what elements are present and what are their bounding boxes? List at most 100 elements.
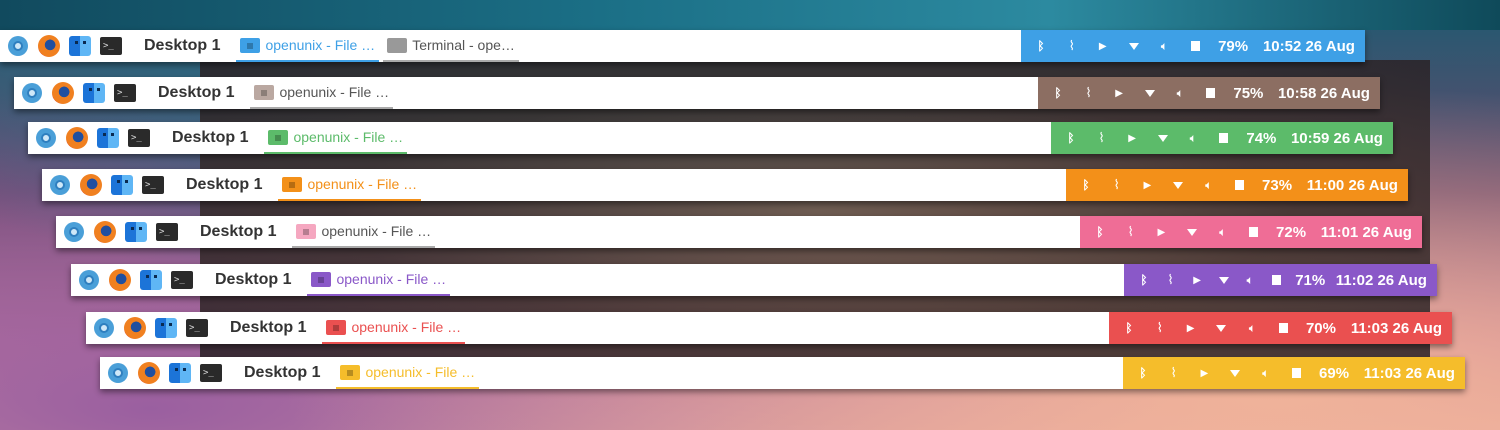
file-manager-icon[interactable] (82, 81, 106, 105)
paperclip-icon[interactable]: ⌇ (1081, 85, 1097, 101)
battery-icon[interactable] (1187, 38, 1203, 54)
chromium-icon[interactable] (20, 81, 44, 105)
desktop-label[interactable]: Desktop 1 (215, 271, 291, 289)
volume-icon[interactable]: 🔈︎ (1242, 272, 1258, 288)
terminal-tray-icon[interactable]: ▶ (1111, 85, 1127, 101)
terminal-icon[interactable]: >_ (170, 268, 194, 292)
terminal-tray-icon[interactable]: ▶ (1189, 272, 1205, 288)
clock[interactable]: 11:01 26 Aug (1321, 224, 1412, 241)
battery-icon[interactable] (1203, 85, 1219, 101)
clock[interactable]: 11:03 26 Aug (1364, 365, 1455, 382)
terminal-tray-icon[interactable]: ▶ (1124, 130, 1140, 146)
clock[interactable]: 10:52 26 Aug (1263, 38, 1355, 55)
terminal-icon[interactable]: >_ (155, 220, 179, 244)
chromium-icon[interactable] (106, 361, 130, 385)
bluetooth-icon[interactable]: ᛒ (1033, 38, 1049, 54)
terminal-icon[interactable]: >_ (199, 361, 223, 385)
file-manager-icon[interactable] (68, 34, 92, 58)
taskbar-button[interactable]: openunix - File … (292, 216, 436, 248)
file-manager-icon[interactable] (139, 268, 163, 292)
file-manager-icon[interactable] (96, 126, 120, 150)
paperclip-icon[interactable]: ⌇ (1166, 365, 1182, 381)
chromium-icon[interactable] (6, 34, 30, 58)
chromium-icon[interactable] (48, 173, 72, 197)
paperclip-icon[interactable]: ⌇ (1152, 320, 1168, 336)
wifi-icon[interactable] (1227, 365, 1243, 381)
bluetooth-icon[interactable]: ᛒ (1121, 320, 1137, 336)
terminal-tray-icon[interactable]: ▶ (1153, 224, 1169, 240)
battery-icon[interactable] (1231, 177, 1247, 193)
wifi-icon[interactable] (1170, 177, 1186, 193)
clock[interactable]: 10:58 26 Aug (1278, 85, 1370, 102)
wifi-icon[interactable] (1213, 320, 1229, 336)
clock[interactable]: 10:59 26 Aug (1291, 130, 1383, 147)
terminal-icon[interactable]: >_ (113, 81, 137, 105)
desktop-label[interactable]: Desktop 1 (230, 319, 306, 337)
wifi-icon[interactable] (1126, 38, 1142, 54)
taskbar-button[interactable]: openunix - File … (307, 264, 451, 296)
terminal-icon[interactable]: >_ (185, 316, 209, 340)
bluetooth-icon[interactable]: ᛒ (1135, 365, 1151, 381)
terminal-tray-icon[interactable]: ▶ (1196, 365, 1212, 381)
taskbar-button[interactable]: openunix - File … (236, 30, 380, 62)
bluetooth-icon[interactable]: ᛒ (1136, 272, 1152, 288)
taskbar-button[interactable]: Terminal - ope… (383, 30, 519, 62)
bluetooth-icon[interactable]: ᛒ (1050, 85, 1066, 101)
battery-icon[interactable] (1275, 320, 1291, 336)
clock[interactable]: 11:02 26 Aug (1336, 272, 1427, 289)
taskbar-button[interactable]: openunix - File … (278, 169, 422, 201)
terminal-icon[interactable]: >_ (127, 126, 151, 150)
firefox-icon[interactable] (51, 81, 75, 105)
terminal-tray-icon[interactable]: ▶ (1139, 177, 1155, 193)
wifi-icon[interactable] (1216, 272, 1232, 288)
wifi-icon[interactable] (1155, 130, 1171, 146)
firefox-icon[interactable] (137, 361, 161, 385)
chromium-icon[interactable] (92, 316, 116, 340)
chromium-icon[interactable] (77, 268, 101, 292)
desktop-label[interactable]: Desktop 1 (158, 84, 234, 102)
desktop-label[interactable]: Desktop 1 (186, 176, 262, 194)
terminal-tray-icon[interactable]: ▶ (1095, 38, 1111, 54)
file-manager-icon[interactable] (168, 361, 192, 385)
volume-icon[interactable]: 🔈︎ (1244, 320, 1260, 336)
taskbar-button[interactable]: openunix - File … (250, 77, 394, 109)
paperclip-icon[interactable]: ⌇ (1123, 224, 1139, 240)
clock[interactable]: 11:03 26 Aug (1351, 320, 1442, 337)
volume-icon[interactable]: 🔈︎ (1185, 130, 1201, 146)
paperclip-icon[interactable]: ⌇ (1163, 272, 1179, 288)
firefox-icon[interactable] (93, 220, 117, 244)
firefox-icon[interactable] (79, 173, 103, 197)
battery-icon[interactable] (1245, 224, 1261, 240)
taskbar-button[interactable]: openunix - File … (322, 312, 466, 344)
firefox-icon[interactable] (108, 268, 132, 292)
paperclip-icon[interactable]: ⌇ (1064, 38, 1080, 54)
desktop-label[interactable]: Desktop 1 (144, 37, 220, 55)
battery-icon[interactable] (1216, 130, 1232, 146)
firefox-icon[interactable] (37, 34, 61, 58)
volume-icon[interactable]: 🔈︎ (1156, 38, 1172, 54)
battery-icon[interactable] (1269, 272, 1285, 288)
bluetooth-icon[interactable]: ᛒ (1092, 224, 1108, 240)
file-manager-icon[interactable] (110, 173, 134, 197)
desktop-label[interactable]: Desktop 1 (244, 364, 320, 382)
terminal-icon[interactable]: >_ (141, 173, 165, 197)
terminal-icon[interactable]: >_ (99, 34, 123, 58)
volume-icon[interactable]: 🔈︎ (1201, 177, 1217, 193)
clock[interactable]: 11:00 26 Aug (1307, 177, 1398, 194)
taskbar-button[interactable]: openunix - File … (264, 122, 408, 154)
file-manager-icon[interactable] (124, 220, 148, 244)
bluetooth-icon[interactable]: ᛒ (1063, 130, 1079, 146)
volume-icon[interactable]: 🔈︎ (1215, 224, 1231, 240)
wifi-icon[interactable] (1184, 224, 1200, 240)
volume-icon[interactable]: 🔈︎ (1172, 85, 1188, 101)
battery-icon[interactable] (1288, 365, 1304, 381)
terminal-tray-icon[interactable]: ▶ (1183, 320, 1199, 336)
paperclip-icon[interactable]: ⌇ (1094, 130, 1110, 146)
taskbar-button[interactable]: openunix - File … (336, 357, 480, 389)
desktop-label[interactable]: Desktop 1 (172, 129, 248, 147)
wifi-icon[interactable] (1142, 85, 1158, 101)
firefox-icon[interactable] (123, 316, 147, 340)
desktop-label[interactable]: Desktop 1 (200, 223, 276, 241)
firefox-icon[interactable] (65, 126, 89, 150)
paperclip-icon[interactable]: ⌇ (1109, 177, 1125, 193)
